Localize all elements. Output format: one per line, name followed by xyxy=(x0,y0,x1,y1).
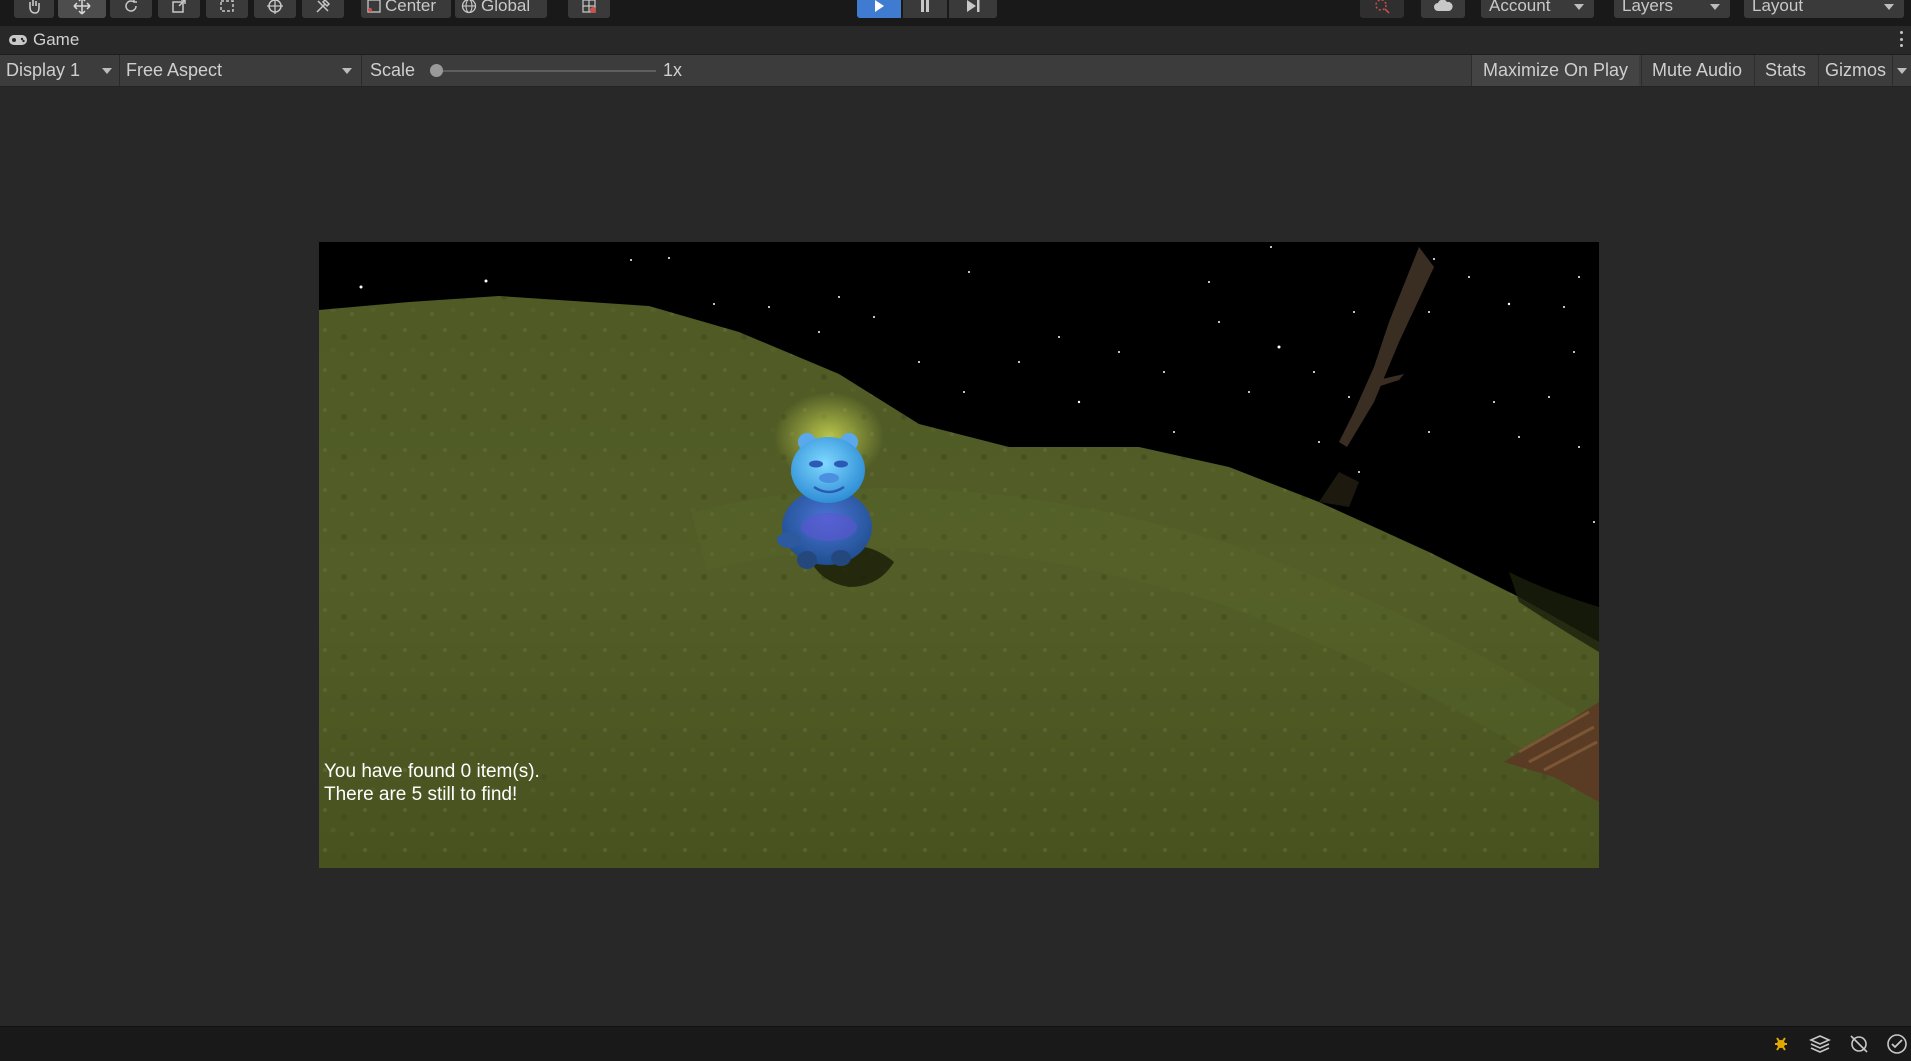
main-toolbar: Center Global Account Layers Layout xyxy=(0,0,1911,26)
cloud-button[interactable] xyxy=(1421,0,1465,18)
mute-audio-toggle[interactable]: Mute Audio xyxy=(1641,55,1752,86)
chevron-down-icon xyxy=(1574,4,1584,10)
collab-button[interactable] xyxy=(1360,0,1404,18)
pause-icon xyxy=(921,0,929,12)
pivot-rotation-button[interactable]: Global xyxy=(455,0,547,18)
gamepad-icon xyxy=(9,35,27,45)
layers-stack-icon[interactable] xyxy=(1808,1032,1832,1056)
display-label: Display 1 xyxy=(6,60,81,80)
gizmos-dropdown[interactable] xyxy=(1892,55,1911,86)
play-button[interactable] xyxy=(857,0,901,18)
hud-remaining-text: There are 5 still to find! xyxy=(324,784,518,805)
pivot-rotation-label: Global xyxy=(481,0,531,15)
game-viewport[interactable]: You have found 0 item(s). There are 5 st… xyxy=(319,242,1599,868)
step-icon xyxy=(967,0,980,12)
move-tool-icon xyxy=(73,0,91,15)
transform-tool-button[interactable] xyxy=(254,0,296,18)
rotate-tool-icon xyxy=(125,0,137,12)
hand-tool-icon xyxy=(29,0,40,14)
play-icon xyxy=(875,0,884,12)
maximize-on-play-toggle[interactable]: Maximize On Play xyxy=(1471,55,1639,86)
cloud-icon xyxy=(1434,0,1453,11)
custom-tool-icon xyxy=(316,0,331,13)
display-dropdown[interactable]: Display 1 xyxy=(0,55,118,86)
scale-tool-button[interactable] xyxy=(158,0,200,18)
network-off-icon[interactable] xyxy=(1847,1032,1871,1056)
rect-tool-icon xyxy=(220,0,234,12)
account-label: Account xyxy=(1489,0,1551,15)
window-tab-bar: Game xyxy=(0,26,1911,55)
tab-game-label: Game xyxy=(33,30,80,49)
scale-tool-icon xyxy=(172,0,186,13)
hud-item-counter: You have found 0 item(s). There are 5 st… xyxy=(324,760,540,806)
hud-found-text: You have found 0 item(s). xyxy=(324,761,540,782)
custom-tool-button[interactable] xyxy=(302,0,344,18)
move-tool-button[interactable] xyxy=(58,0,106,18)
hand-tool-button[interactable] xyxy=(14,0,54,18)
debug-icon[interactable] xyxy=(1769,1032,1793,1056)
pivot-mode-button[interactable]: Center xyxy=(361,0,451,18)
chevron-down-icon xyxy=(1897,67,1907,74)
stats-toggle[interactable]: Stats xyxy=(1754,55,1816,86)
step-button[interactable] xyxy=(949,0,997,18)
rect-tool-button[interactable] xyxy=(206,0,248,18)
aspect-label: Free Aspect xyxy=(126,60,223,80)
divider xyxy=(361,55,362,86)
layers-label: Layers xyxy=(1622,0,1674,15)
aspect-dropdown[interactable]: Free Aspect xyxy=(120,55,360,86)
gizmos-toggle[interactable]: Gizmos xyxy=(1818,55,1892,86)
layout-dropdown[interactable]: Layout xyxy=(1744,0,1904,18)
scale-label: Scale xyxy=(370,60,416,80)
layout-label: Layout xyxy=(1752,0,1804,15)
globe-icon xyxy=(461,0,477,14)
transform-tool-icon xyxy=(267,0,283,14)
pause-button[interactable] xyxy=(903,0,947,18)
more-options-icon[interactable] xyxy=(1899,31,1903,47)
scale-slider-handle[interactable] xyxy=(430,64,443,77)
check-icon[interactable] xyxy=(1885,1032,1909,1056)
snap-button[interactable] xyxy=(568,0,610,18)
chevron-down-icon xyxy=(1884,4,1894,10)
chevron-down-icon xyxy=(1710,4,1720,10)
search-cloud-icon xyxy=(1375,0,1390,14)
grid-snap-icon xyxy=(582,0,596,13)
game-controls-bar: Display 1 Free Aspect Scale 1x Maximize … xyxy=(0,55,1911,87)
layers-dropdown[interactable]: Layers xyxy=(1614,0,1730,18)
rotate-tool-button[interactable] xyxy=(110,0,152,18)
account-dropdown[interactable]: Account xyxy=(1481,0,1594,18)
scale-value: 1x xyxy=(663,60,683,80)
pivot-center-icon xyxy=(367,0,381,13)
pivot-mode-label: Center xyxy=(385,0,437,15)
chevron-down-icon xyxy=(342,68,352,74)
status-bar xyxy=(0,1026,1911,1061)
chevron-down-icon xyxy=(102,68,112,74)
scale-slider-track[interactable] xyxy=(436,70,656,72)
tab-game[interactable]: Game xyxy=(8,30,79,50)
